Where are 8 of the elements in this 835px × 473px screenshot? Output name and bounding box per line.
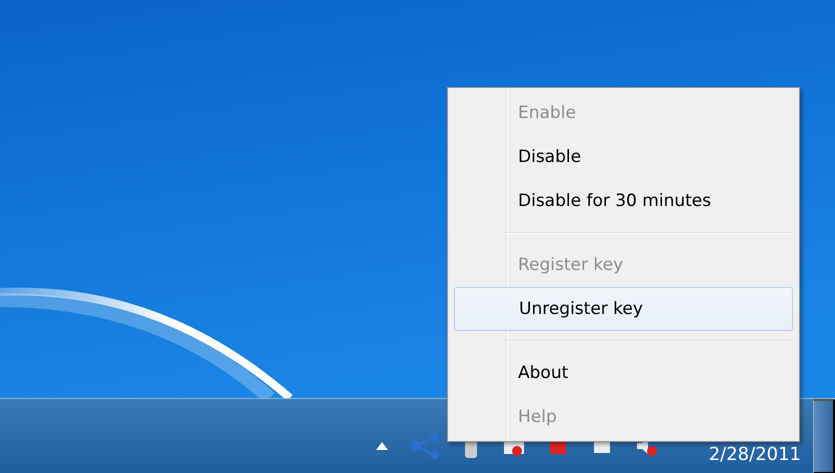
network-nodes-icon[interactable] — [410, 432, 441, 460]
clock-date[interactable]: 2/28/2011 — [708, 445, 801, 465]
show-desktop-button[interactable] — [813, 399, 835, 473]
menu-item[interactable]: About — [448, 351, 793, 395]
menu-item[interactable]: Disable — [448, 135, 793, 179]
tray-arrow-icon[interactable] — [374, 441, 389, 451]
menu-item[interactable]: Disable for 30 minutes — [448, 179, 793, 223]
menu-item[interactable]: Unregister key — [454, 287, 793, 331]
